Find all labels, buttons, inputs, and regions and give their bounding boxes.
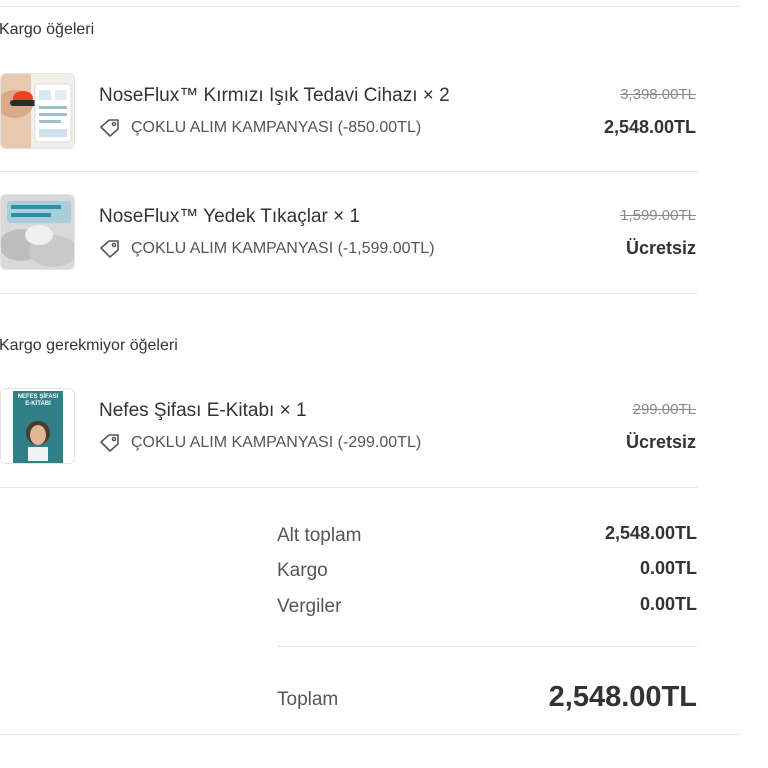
no-shipping-items-heading: Kargo gerekmiyor öğeleri: [0, 337, 178, 354]
promo-label: ÇOKLU ALIM KAMPANYASI (-850.00TL): [131, 119, 422, 136]
item-name: NoseFlux™ Kırmızı Işık Tedavi Cihazı × 2: [99, 85, 450, 106]
section-divider: [0, 293, 698, 294]
top-divider: [0, 6, 740, 7]
discounted-price: Ücretsiz: [625, 432, 696, 452]
shipping-items-heading: Kargo öğeleri: [0, 21, 95, 38]
tag-icon: [100, 434, 119, 452]
item-name: NoseFlux™ Yedek Tıkaçlar × 1: [99, 206, 361, 227]
tax-label: Vergiler: [277, 596, 342, 617]
bottom-divider: [0, 734, 740, 735]
ebook-cover-title: NEFES ŞİFASI: [17, 394, 59, 400]
total-label: Toplam: [277, 689, 339, 710]
cart-item-device: NoseFlux™ Kırmızı Işık Tedavi Cihazı × 2…: [0, 71, 698, 167]
item-promo: ÇOKLU ALIM KAMPANYASI (-1,599.00TL): [99, 239, 435, 259]
original-price: 299.00TL: [632, 401, 696, 418]
product-thumbnail: [0, 194, 75, 270]
product-thumbnail: [0, 73, 75, 149]
discounted-price: Ücretsiz: [625, 238, 696, 258]
item-name: Nefes Şifası E-Kitabı × 1: [99, 400, 307, 421]
tag-icon: [100, 240, 119, 258]
original-price: 3,398.00TL: [620, 86, 696, 103]
original-price: 1,599.00TL: [620, 207, 696, 224]
discounted-price: 2,548.00TL: [603, 117, 696, 137]
item-promo: ÇOKLU ALIM KAMPANYASI (-850.00TL): [99, 118, 421, 138]
item-divider: [0, 171, 698, 172]
subtotal-label: Alt toplam: [277, 525, 362, 546]
promo-label: ÇOKLU ALIM KAMPANYASI (-1,599.00TL): [131, 240, 435, 257]
totals-divider: [277, 646, 697, 647]
shipping-label: Kargo: [277, 560, 328, 581]
subtotal-value: 2,548.00TL: [604, 523, 697, 543]
cart-item-ebook: NEFES ŞİFASI E-KİTABI Nefes Şifası E-Kit…: [0, 386, 698, 482]
tag-icon: [100, 119, 119, 137]
promo-label: ÇOKLU ALIM KAMPANYASI (-299.00TL): [131, 434, 422, 451]
tax-value: 0.00TL: [639, 594, 697, 614]
total-value: 2,548.00TL: [548, 681, 697, 713]
ebook-cover-subtitle: E-KİTABI: [25, 401, 51, 407]
item-promo: ÇOKLU ALIM KAMPANYASI (-299.00TL): [99, 433, 421, 453]
cart-item-plugs: NoseFlux™ Yedek Tıkaçlar × 1 ÇOKLU ALIM …: [0, 192, 698, 288]
shipping-value: 0.00TL: [639, 558, 697, 578]
items-end-divider: [0, 487, 698, 488]
product-thumbnail: NEFES ŞİFASI E-KİTABI: [0, 388, 75, 464]
